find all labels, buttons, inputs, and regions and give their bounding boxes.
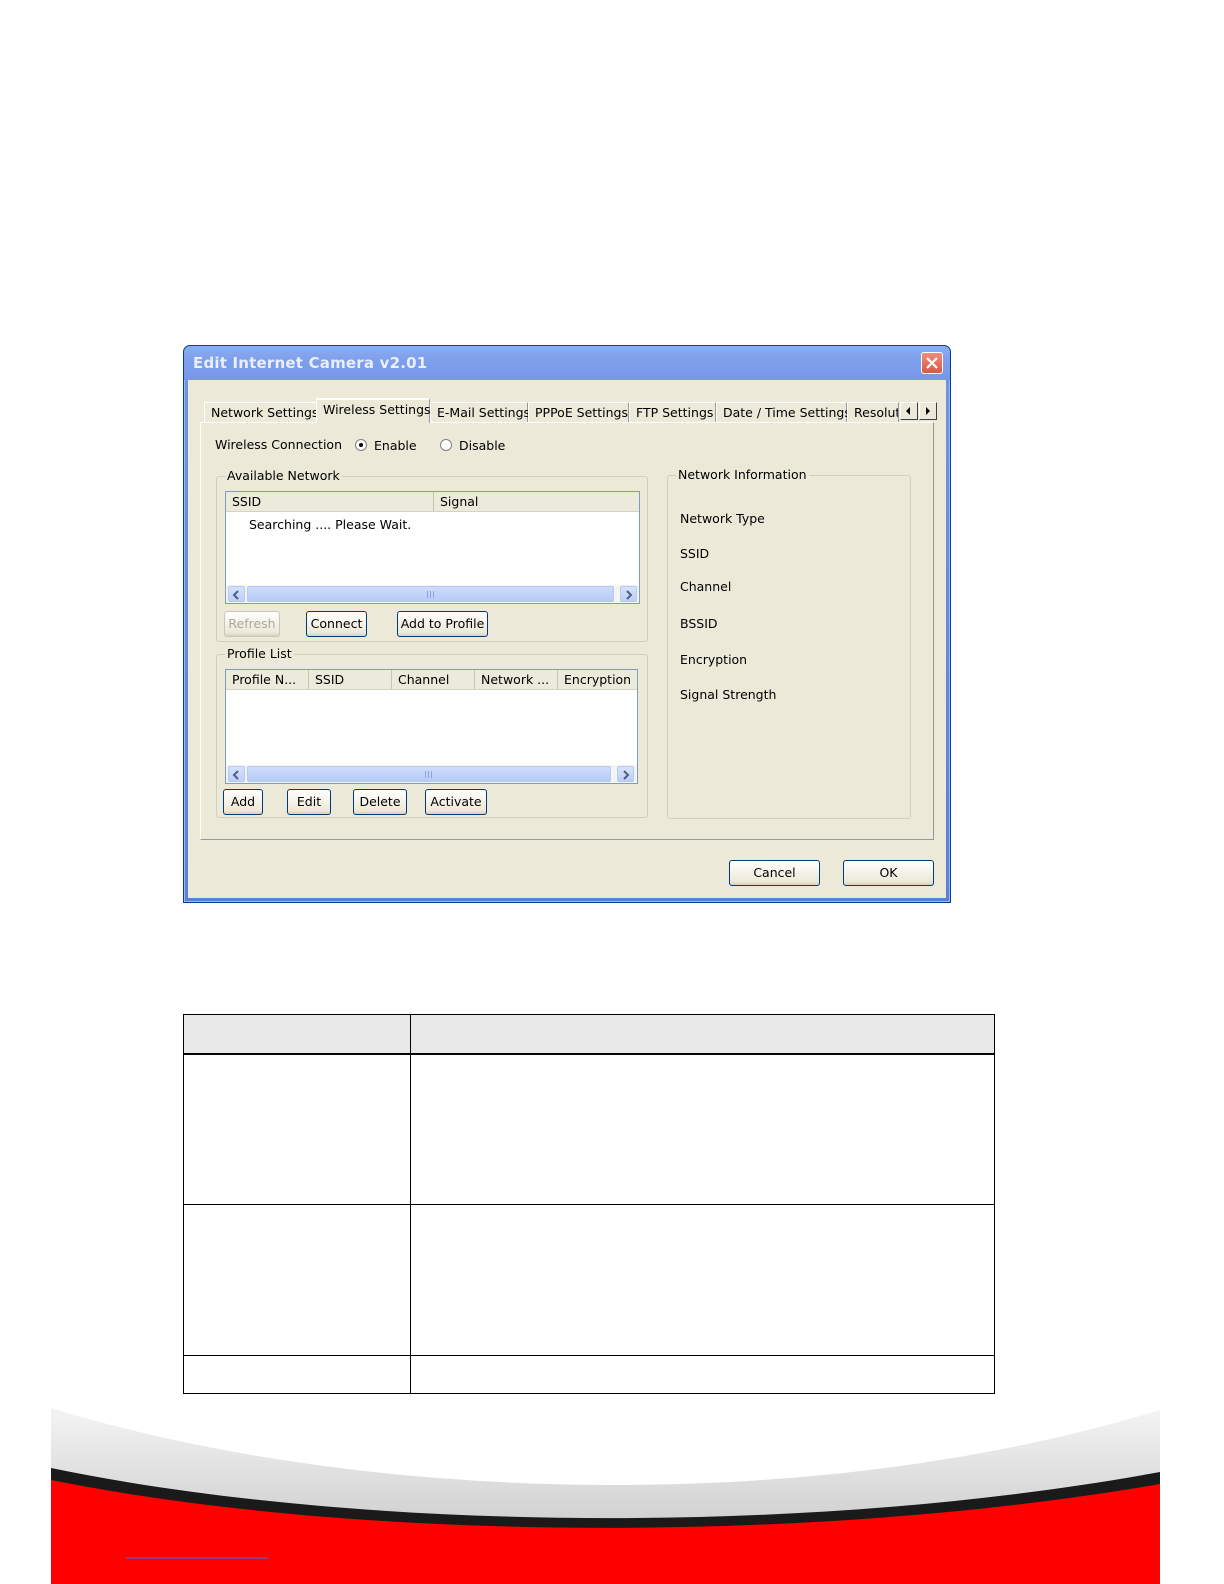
tab-pppoe-settings[interactable]: PPPoE Settings (528, 402, 629, 422)
channel-label: Channel (680, 579, 732, 594)
table-cell (410, 1053, 995, 1206)
wireless-settings-panel: Wireless Connection Enable Disable Avail… (200, 422, 934, 840)
chevron-left-icon (232, 590, 239, 600)
available-network-legend: Available Network (225, 468, 342, 483)
title-bar[interactable]: Edit Internet Camera v2.01 (184, 346, 950, 380)
scroll-right-button[interactable] (620, 586, 637, 602)
table-row (183, 1354, 995, 1395)
scroll-right-button[interactable] (617, 766, 634, 782)
table-cell (410, 1204, 995, 1356)
table-row (183, 1053, 995, 1206)
tab-scroll-right-button[interactable] (919, 402, 937, 420)
network-information-legend: Network Information (676, 467, 809, 482)
table-header-cell (183, 1014, 411, 1056)
window-title: Edit Internet Camera v2.01 (193, 354, 428, 372)
column-profile-name[interactable]: Profile N... (226, 670, 309, 689)
tab-network-settings[interactable]: Network Settings (204, 402, 318, 422)
ssid-label: SSID (680, 546, 710, 561)
table-cell (410, 1354, 995, 1395)
disable-radio-label: Disable (459, 438, 506, 453)
enable-radio-label: Enable (374, 438, 417, 453)
column-ssid[interactable]: SSID (309, 670, 392, 689)
connect-button[interactable]: Connect (306, 611, 367, 637)
arrow-right-icon (926, 407, 930, 415)
close-button[interactable] (921, 352, 943, 374)
edit-camera-dialog: Edit Internet Camera v2.01 Network Setti… (183, 345, 951, 903)
table-cell (183, 1354, 411, 1395)
available-network-hscrollbar[interactable] (226, 585, 639, 603)
tab-ftp-settings[interactable]: FTP Settings (629, 402, 716, 422)
network-type-label: Network Type (680, 511, 765, 526)
tab-date-time-settings[interactable]: Date / Time Settings (716, 402, 851, 422)
close-icon (926, 357, 938, 369)
table-row (183, 1204, 995, 1356)
table-header-cell (410, 1014, 995, 1056)
activate-profile-button[interactable]: Activate (425, 789, 487, 815)
add-profile-button[interactable]: Add (223, 789, 263, 815)
tab-strip: Network Settings Wireless Settings E-Mai… (204, 398, 944, 423)
chevron-left-icon (232, 770, 239, 780)
chevron-right-icon (626, 590, 633, 600)
add-to-profile-button[interactable]: Add to Profile (397, 611, 488, 637)
refresh-button[interactable]: Refresh (224, 611, 280, 637)
column-ssid[interactable]: SSID (226, 492, 434, 511)
tab-email-settings[interactable]: E-Mail Settings (430, 402, 530, 422)
available-network-group: Available Network SSID Signal Searching … (216, 468, 648, 642)
column-encryption[interactable]: Encryption (558, 670, 637, 689)
column-signal[interactable]: Signal (434, 492, 639, 511)
chevron-right-icon (623, 770, 630, 780)
tab-wireless-settings[interactable]: Wireless Settings (316, 398, 431, 423)
available-network-header: SSID Signal (226, 492, 639, 512)
footer-banner (51, 1408, 1160, 1584)
table-cell (183, 1204, 411, 1356)
scroll-left-button[interactable] (228, 766, 245, 782)
table-header-row (183, 1014, 995, 1056)
disable-radio[interactable] (440, 439, 452, 451)
searching-status-text: Searching .... Please Wait. (249, 517, 412, 532)
table-cell (183, 1053, 411, 1206)
profile-list-group: Profile List Profile N... SSID Channel N… (216, 646, 648, 818)
scroll-thumb[interactable] (247, 586, 614, 602)
signal-strength-label: Signal Strength (680, 687, 777, 702)
edit-profile-button[interactable]: Edit (287, 789, 331, 815)
tab-resolution[interactable]: Resolut (847, 402, 899, 422)
profile-list-table[interactable]: Profile N... SSID Channel Network ... En… (225, 669, 638, 784)
ok-button[interactable]: OK (843, 860, 934, 886)
arrow-left-icon (906, 407, 910, 415)
encryption-label: Encryption (680, 652, 748, 667)
profile-list-hscrollbar[interactable] (226, 765, 637, 783)
settings-description-table (183, 1014, 995, 1395)
wireless-connection-label: Wireless Connection (215, 437, 343, 452)
enable-radio[interactable] (355, 439, 367, 451)
network-information-group: Network Information Network Type SSID Ch… (667, 467, 911, 819)
scroll-thumb[interactable] (247, 766, 611, 782)
profile-list-header: Profile N... SSID Channel Network ... En… (226, 670, 637, 690)
cancel-button[interactable]: Cancel (729, 860, 820, 886)
delete-profile-button[interactable]: Delete (353, 789, 407, 815)
scroll-left-button[interactable] (228, 586, 245, 602)
bssid-label: BSSID (680, 616, 718, 631)
dialog-client-area: Network Settings Wireless Settings E-Mai… (188, 380, 946, 898)
tab-scroll-left-button[interactable] (900, 402, 918, 420)
column-network-type[interactable]: Network ... (475, 670, 558, 689)
profile-list-legend: Profile List (225, 646, 294, 661)
column-channel[interactable]: Channel (392, 670, 475, 689)
available-network-list[interactable]: SSID Signal Searching .... Please Wait. (225, 491, 640, 604)
